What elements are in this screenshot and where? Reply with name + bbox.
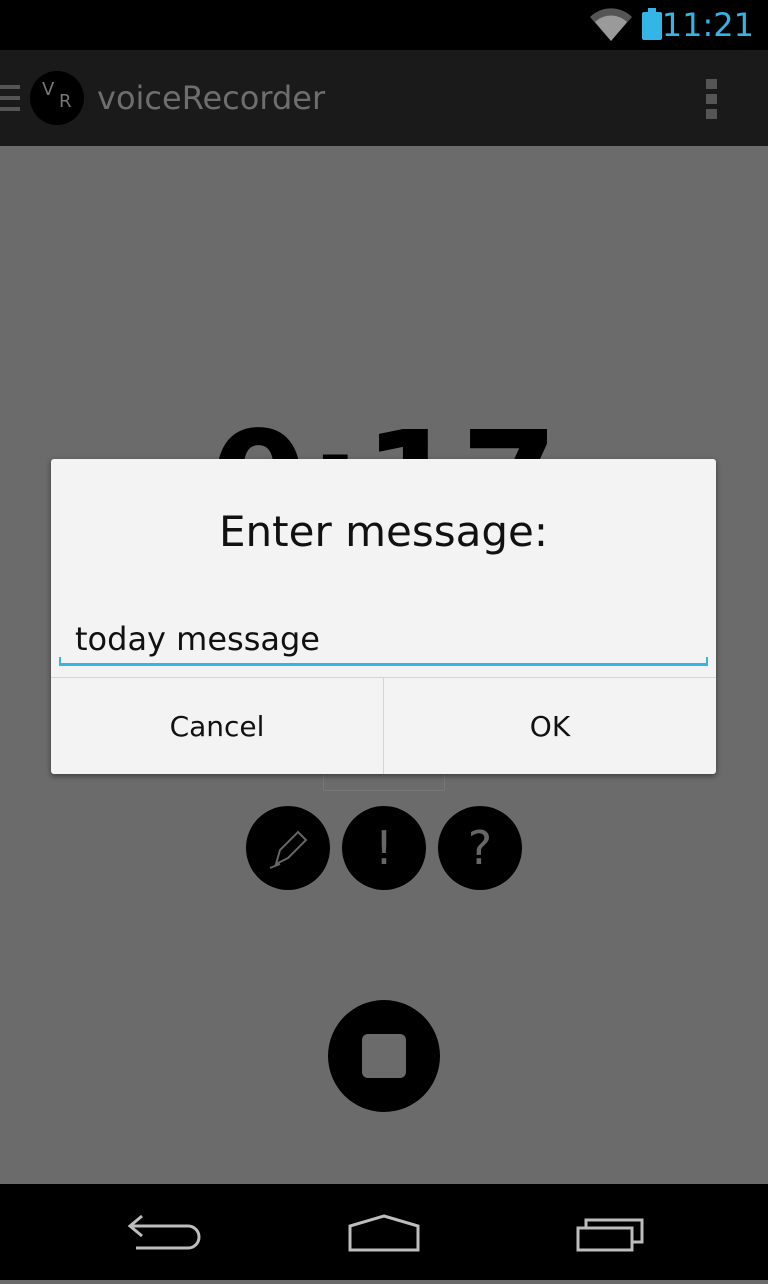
- stop-button[interactable]: [328, 1000, 440, 1112]
- recents-button[interactable]: [540, 1184, 680, 1280]
- exclamation-icon: !: [374, 821, 394, 875]
- back-button[interactable]: [90, 1184, 230, 1280]
- logo-letter-r: R: [59, 91, 72, 112]
- background-field: [323, 774, 445, 791]
- home-icon: [348, 1214, 420, 1252]
- app-title: voiceRecorder: [97, 79, 326, 117]
- logo-letter-v: V: [42, 79, 55, 100]
- status-bar: 11:21: [0, 0, 768, 50]
- enter-message-dialog: Enter message: Cancel OK: [51, 459, 716, 774]
- overflow-menu-icon[interactable]: [706, 79, 718, 119]
- action-bar: V R voiceRecorder: [0, 50, 768, 146]
- battery-icon: [642, 8, 662, 40]
- back-icon: [127, 1214, 201, 1250]
- question-tag-button[interactable]: ?: [438, 806, 522, 890]
- exclamation-tag-button[interactable]: !: [342, 806, 426, 890]
- cancel-button[interactable]: Cancel: [51, 678, 383, 774]
- input-underline: [59, 663, 708, 666]
- pencil-tag-button[interactable]: [246, 806, 330, 890]
- question-icon: ?: [467, 821, 493, 875]
- wifi-icon: [590, 8, 632, 41]
- home-button[interactable]: [314, 1184, 454, 1280]
- drawer-icon[interactable]: [0, 85, 20, 111]
- message-input[interactable]: [59, 613, 708, 665]
- status-time: 11:21: [661, 6, 754, 44]
- ok-button[interactable]: OK: [384, 678, 716, 774]
- recents-icon: [576, 1218, 644, 1252]
- dialog-title: Enter message:: [219, 507, 548, 556]
- pencil-icon: [269, 830, 308, 869]
- stop-icon: [362, 1034, 406, 1078]
- navigation-bar: [0, 1184, 768, 1280]
- app-logo[interactable]: V R: [30, 71, 84, 125]
